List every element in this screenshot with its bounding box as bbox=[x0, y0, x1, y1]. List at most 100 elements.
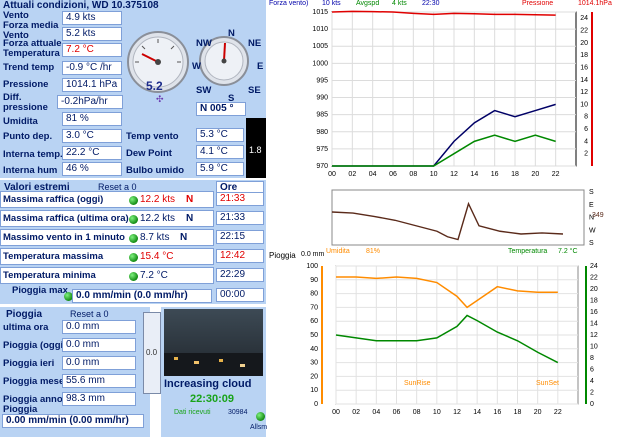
label-temp-vento: Temp vento bbox=[126, 131, 179, 142]
wet-bulb-value: 5.9 °C bbox=[196, 162, 244, 176]
status-led-icon bbox=[129, 215, 138, 224]
x-tick-label: 22 bbox=[552, 171, 560, 178]
y-tick-label: 90 bbox=[310, 277, 318, 284]
rain-value: 0.0 mm bbox=[62, 320, 136, 334]
y-tick-label: 1000 bbox=[312, 60, 328, 67]
compass-ne: NE bbox=[248, 38, 262, 49]
status-led-icon bbox=[129, 196, 138, 205]
x-tick-label: 16 bbox=[491, 171, 499, 178]
temperature-value: 7.2 °C bbox=[62, 43, 122, 57]
avg-wind-value: 5.2 kts bbox=[62, 27, 122, 41]
direction-value: 349 bbox=[592, 212, 604, 219]
chart-label: 7.2 °C bbox=[558, 248, 578, 255]
label-interna-hum: Interna hum bbox=[3, 165, 58, 176]
extreme-value: 7.2 °C bbox=[140, 270, 168, 281]
indoor-temp-value: 22.2 °C bbox=[62, 146, 122, 160]
gauge-value: 5.2 bbox=[146, 79, 163, 93]
x-tick-label: 14 bbox=[470, 171, 478, 178]
y-right-tick-label: 22 bbox=[580, 27, 588, 34]
x-tick-label: 08 bbox=[409, 171, 417, 178]
wind-direction-value: N 005 ° bbox=[196, 102, 246, 116]
compass-n: N bbox=[228, 28, 235, 39]
y-right-tick-label: 8 bbox=[590, 355, 594, 362]
sunset-label: SunSet bbox=[536, 380, 559, 387]
label-interna-temp: Interna temp. bbox=[3, 149, 63, 160]
extreme-time: 21:33 bbox=[216, 192, 264, 206]
y-right-tick-label: 4 bbox=[590, 378, 594, 385]
x-tick-label: 02 bbox=[352, 409, 360, 416]
y-tick-label: 10 bbox=[310, 387, 318, 394]
x-tick-label: 18 bbox=[514, 409, 522, 416]
status-text: Allsm bbox=[250, 424, 268, 431]
extreme-value: 15.4 °C bbox=[140, 251, 174, 262]
extreme-label: Massima raffica (ultima ora) bbox=[3, 213, 129, 224]
sky-condition: Increasing cloud bbox=[164, 378, 252, 390]
direction-axis-label: E bbox=[589, 202, 594, 209]
rain-value: 55.6 mm bbox=[62, 374, 136, 388]
y-right-tick-label: 14 bbox=[580, 77, 588, 84]
rain-value: 98.3 mm bbox=[62, 392, 136, 406]
humidity-value: 81 % bbox=[62, 112, 122, 126]
rain-max-label: Pioggia max bbox=[12, 285, 68, 296]
direction-axis-label: W bbox=[589, 227, 596, 234]
indoor-hum-value: 46 % bbox=[62, 162, 122, 176]
y-tick-label: 0 bbox=[314, 401, 318, 408]
direction-axis-label: S bbox=[589, 189, 594, 196]
label-pressione: Pressione bbox=[3, 79, 49, 90]
data-received-count: 30984 bbox=[228, 409, 248, 416]
label-forza-attuale: Forza attuale Temperatura bbox=[3, 38, 62, 59]
status-led-icon bbox=[129, 253, 138, 262]
y-tick-label: 1010 bbox=[312, 26, 328, 33]
clock-time: 22:30:09 bbox=[190, 393, 235, 405]
y-right-tick-label: 20 bbox=[590, 286, 598, 293]
x-tick-label: 04 bbox=[369, 171, 377, 178]
rain-chart-title-value: 0.0 mm bbox=[301, 251, 325, 258]
pressure-diff-value: -0.2hPa/hr bbox=[57, 95, 123, 109]
extreme-label: Temperatura minima bbox=[3, 270, 96, 281]
chart-label: 81% bbox=[366, 248, 381, 255]
rain-reset-button[interactable]: Reset a 0 bbox=[70, 309, 109, 319]
x-tick-label: 10 bbox=[433, 409, 441, 416]
y-right-tick-label: 14 bbox=[590, 321, 598, 328]
pressure-value: 1014.1 hPa bbox=[62, 78, 122, 92]
x-tick-label: 12 bbox=[453, 409, 461, 416]
webcam-image bbox=[164, 309, 263, 376]
x-tick-label: 14 bbox=[473, 409, 481, 416]
wind-pressure-chart: 9709759809859909951000100510101015246810… bbox=[312, 9, 593, 178]
dewpoint-value: 3.0 °C bbox=[62, 129, 122, 143]
y-tick-label: 1015 bbox=[312, 9, 328, 16]
label-bulbo-umido: Bulbo umido bbox=[126, 165, 185, 176]
extreme-dir: N bbox=[186, 213, 194, 224]
chart-label: Temperatura bbox=[508, 248, 548, 255]
temp-trend-value: -0.9 °C /hr bbox=[62, 61, 122, 75]
y-tick-label: 50 bbox=[310, 332, 318, 339]
rain-label: ultima ora bbox=[3, 322, 49, 333]
label-dew-point: Dew Point bbox=[126, 148, 172, 159]
y-right-tick-label: 12 bbox=[580, 89, 588, 96]
extreme-label: Temperatura massima bbox=[3, 251, 104, 262]
rain-header: Pioggia bbox=[6, 309, 43, 320]
wind-direction-chart: SENWS bbox=[331, 189, 596, 247]
y-tick-label: 995 bbox=[316, 77, 328, 84]
dew-point-value: 4.1 °C bbox=[196, 145, 244, 159]
y-tick-label: 990 bbox=[316, 95, 328, 102]
y-tick-label: 30 bbox=[310, 360, 318, 367]
x-tick-label: 18 bbox=[511, 171, 519, 178]
y-right-tick-label: 4 bbox=[584, 138, 588, 145]
x-tick-label: 00 bbox=[328, 171, 336, 178]
chart-label: Umidita bbox=[326, 248, 350, 255]
y-right-tick-label: 10 bbox=[580, 101, 588, 108]
y-tick-label: 975 bbox=[316, 146, 328, 153]
extreme-time: 12:42 bbox=[216, 249, 264, 263]
uv-value: 1.8 bbox=[249, 145, 262, 155]
y-tick-label: 40 bbox=[310, 346, 318, 353]
y-tick-label: 100 bbox=[306, 263, 318, 270]
y-tick-label: 980 bbox=[316, 129, 328, 136]
y-right-tick-label: 16 bbox=[590, 309, 598, 316]
humidity-temperature-chart: 0102030405060708090100024681012141618202… bbox=[306, 263, 598, 416]
x-tick-label: 08 bbox=[413, 409, 421, 416]
rain-label: Pioggia (oggi) bbox=[3, 340, 67, 351]
y-tick-label: 20 bbox=[310, 373, 318, 380]
rain-label: Pioggia ieri bbox=[3, 358, 55, 369]
compass-se: SE bbox=[248, 85, 261, 96]
